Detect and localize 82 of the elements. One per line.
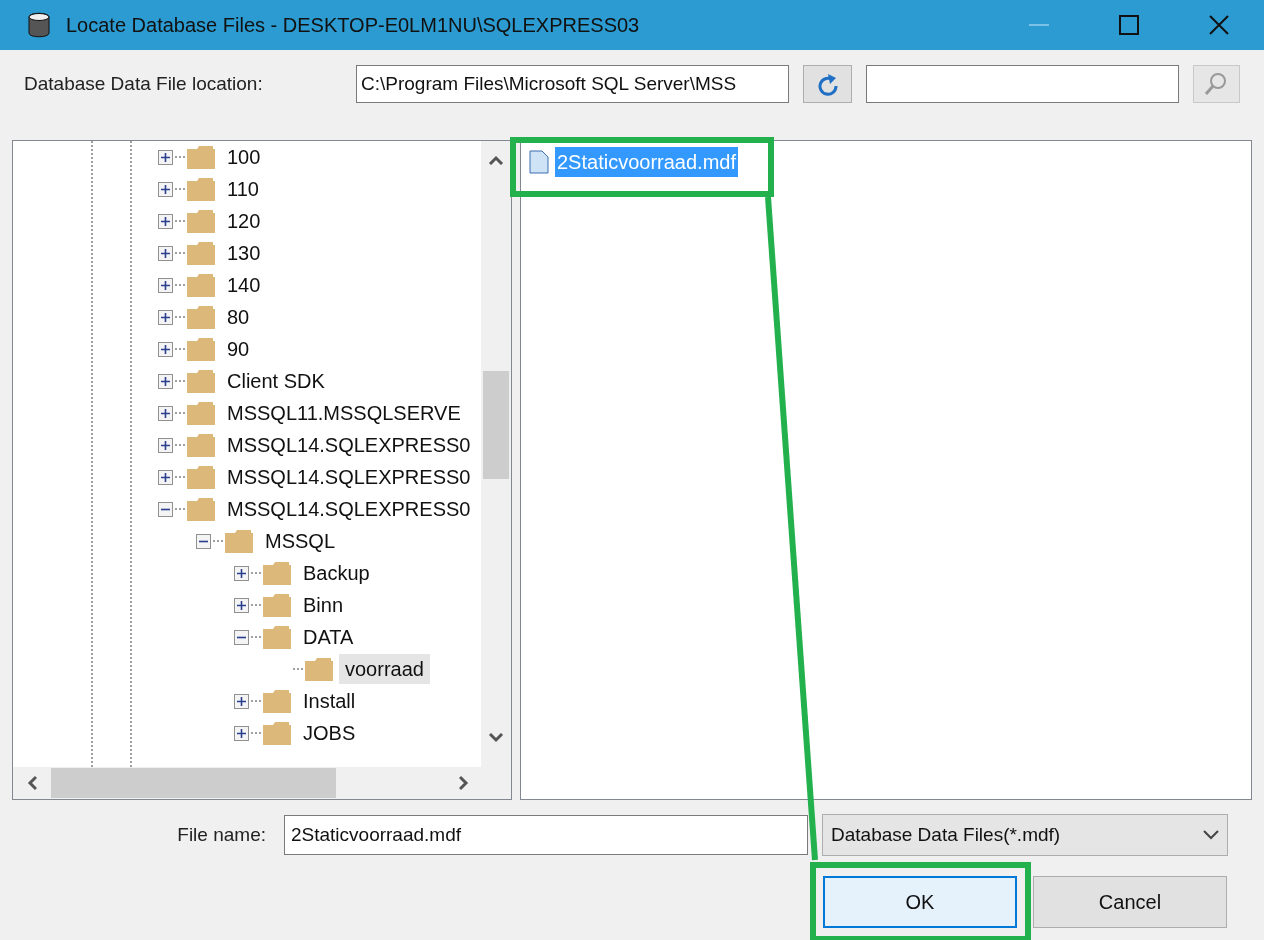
expand-toggle[interactable] xyxy=(158,277,173,293)
folder-icon xyxy=(187,305,215,329)
expand-toggle[interactable] xyxy=(158,405,173,421)
folder-item[interactable]: MSSQL14.SQLEXPRESS0 xyxy=(221,494,477,524)
folder-icon xyxy=(187,145,215,169)
folder-item[interactable]: 140 xyxy=(221,270,267,300)
folder-icon xyxy=(187,465,215,489)
close-icon xyxy=(1209,15,1229,35)
window-title: Locate Database Files - DESKTOP-E0LM1NU\SQLEXPRESS03 xyxy=(66,13,640,38)
folder-item[interactable]: 120 xyxy=(221,206,267,236)
file-type-dropdown[interactable]: Database Data Files(*.mdf) xyxy=(822,814,1228,856)
folder-icon xyxy=(263,593,291,617)
folder-item[interactable]: Install xyxy=(297,686,362,716)
database-icon xyxy=(28,12,50,38)
expand-toggle[interactable] xyxy=(158,469,173,485)
expand-toggle[interactable] xyxy=(158,245,173,261)
folder-icon xyxy=(263,721,291,745)
expand-toggle[interactable] xyxy=(234,565,249,581)
file-name-field[interactable]: 2Staticvoorraad.mdf xyxy=(284,815,808,855)
folder-icon xyxy=(305,657,333,681)
expand-toggle[interactable] xyxy=(158,437,173,453)
scroll-down-icon xyxy=(488,733,504,743)
folder-icon xyxy=(187,241,215,265)
folder-icon xyxy=(187,273,215,297)
scrollbar-thumb[interactable] xyxy=(483,371,509,479)
location-field[interactable]: C:\Program Files\Microsoft SQL Server\MSS xyxy=(356,65,789,103)
folder-icon xyxy=(187,337,215,361)
expand-toggle[interactable] xyxy=(158,149,173,165)
folder-item[interactable]: 80 xyxy=(221,302,256,332)
folder-icon xyxy=(187,433,215,457)
folder-item[interactable]: MSSQL14.SQLEXPRESS0 xyxy=(221,462,477,492)
expand-toggle[interactable] xyxy=(158,309,173,325)
folder-item[interactable]: MSSQL14.SQLEXPRESS0 xyxy=(221,430,477,460)
refresh-icon xyxy=(816,72,839,96)
expand-toggle[interactable] xyxy=(158,341,173,357)
search-icon xyxy=(1204,72,1229,96)
folder-item[interactable]: 100 xyxy=(221,142,267,172)
folder-icon xyxy=(263,625,291,649)
expand-toggle[interactable] xyxy=(158,373,173,389)
expand-toggle[interactable] xyxy=(158,181,173,197)
vertical-scrollbar[interactable] xyxy=(481,141,511,767)
maximize-icon xyxy=(1119,15,1139,35)
file-icon xyxy=(529,150,549,174)
folder-item[interactable]: MSSQL xyxy=(259,526,342,556)
refresh-button[interactable] xyxy=(802,65,853,103)
ok-button[interactable]: OK xyxy=(823,876,1017,928)
folder-icon xyxy=(187,369,215,393)
folder-icon xyxy=(187,497,215,521)
expand-toggle[interactable] xyxy=(158,213,173,229)
folder-item[interactable]: Backup xyxy=(297,558,376,588)
scroll-up-icon xyxy=(488,155,504,165)
folder-item[interactable]: DATA xyxy=(297,622,360,652)
collapse-toggle[interactable] xyxy=(234,629,249,645)
folder-item[interactable]: 130 xyxy=(221,238,267,268)
folder-icon xyxy=(187,401,215,425)
collapse-toggle[interactable] xyxy=(158,501,173,517)
folder-icon xyxy=(187,209,215,233)
folder-icon xyxy=(225,529,253,553)
folder-item[interactable]: voorraad xyxy=(339,654,430,684)
expand-toggle[interactable] xyxy=(234,597,249,613)
folder-icon xyxy=(263,689,291,713)
folder-icon xyxy=(187,177,215,201)
folder-item[interactable]: 90 xyxy=(221,334,256,364)
location-label: Database Data File location: xyxy=(24,71,264,96)
file-name-label: File name: xyxy=(176,822,267,847)
caret-icon xyxy=(1203,830,1219,840)
search-field[interactable] xyxy=(866,65,1179,103)
folder-item[interactable]: Binn xyxy=(297,590,350,620)
scroll-left-icon xyxy=(27,775,37,791)
cancel-button[interactable]: Cancel xyxy=(1033,876,1227,928)
folder-item[interactable]: MSSQL11.MSSQLSERVE xyxy=(221,398,467,428)
folder-item[interactable]: 110 xyxy=(221,174,265,204)
scroll-right-icon xyxy=(459,775,469,791)
scrollbar-thumb[interactable] xyxy=(51,768,336,798)
minimize-icon xyxy=(1029,24,1049,26)
folder-item[interactable]: Client SDK xyxy=(221,366,331,396)
collapse-toggle[interactable] xyxy=(196,533,211,549)
folder-item[interactable]: JOBS xyxy=(297,718,362,748)
expand-toggle[interactable] xyxy=(234,725,249,741)
expand-toggle[interactable] xyxy=(234,693,249,709)
folder-icon xyxy=(263,561,291,585)
horizontal-scrollbar[interactable] xyxy=(13,767,511,799)
